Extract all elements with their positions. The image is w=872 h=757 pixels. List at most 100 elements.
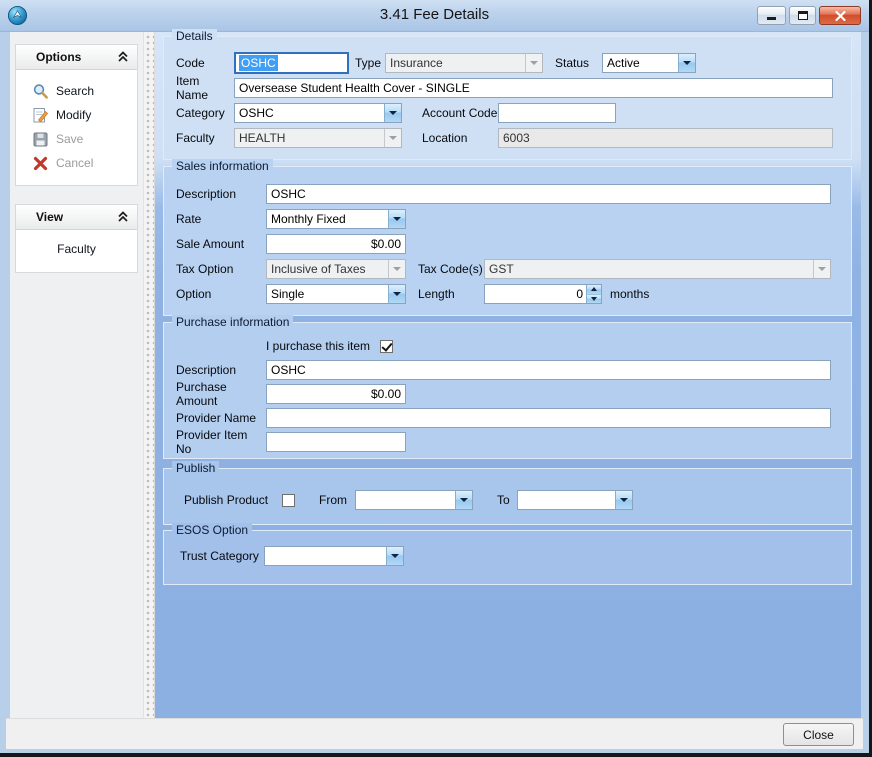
sidebar-item-search[interactable]: Search (16, 79, 137, 103)
status-value: Active (603, 56, 678, 70)
length-label: Length (418, 287, 484, 301)
faculty-value: HEALTH (235, 131, 384, 145)
tax-option-dropdown: Inclusive of Taxes (266, 259, 406, 279)
cancel-icon (32, 155, 49, 172)
sidebar-splitter[interactable] (143, 32, 155, 718)
chevron-down-icon (813, 260, 830, 278)
chevron-down-icon (388, 210, 405, 228)
sales-legend: Sales information (172, 159, 273, 173)
collapse-chevron-icon[interactable] (117, 51, 129, 63)
status-label: Status (555, 56, 602, 70)
item-name-input[interactable] (234, 78, 833, 98)
purchase-amount-input[interactable] (266, 384, 406, 404)
view-panel-header[interactable]: View (16, 205, 137, 230)
chevron-down-icon (525, 54, 542, 72)
i-purchase-label: I purchase this item (266, 339, 370, 353)
trust-category-dropdown[interactable] (264, 546, 404, 566)
view-panel-title: View (36, 210, 63, 224)
sales-description-input[interactable] (266, 184, 831, 204)
chevron-down-icon (615, 491, 632, 509)
details-legend: Details (172, 29, 217, 43)
maximize-icon (798, 11, 808, 20)
to-label: To (497, 493, 517, 507)
sale-amount-input[interactable] (266, 234, 406, 254)
publish-group: Publish Publish Product From To (163, 468, 852, 525)
option-value: Single (267, 287, 388, 301)
publish-product-checkbox[interactable] (282, 494, 295, 507)
options-panel: Options Search (15, 44, 138, 186)
esos-group: ESOS Option Trust Category (163, 530, 852, 585)
status-dropdown[interactable]: Active (602, 53, 696, 73)
publish-legend: Publish (172, 461, 219, 475)
months-suffix-label: months (610, 287, 649, 301)
minimize-icon (767, 17, 776, 20)
length-stepper[interactable]: 0 (484, 284, 602, 304)
purchase-description-input[interactable] (266, 360, 831, 380)
provider-item-no-input[interactable] (266, 432, 406, 452)
sidebar-item-faculty[interactable]: Faculty (16, 236, 137, 264)
tax-option-value: Inclusive of Taxes (267, 262, 388, 276)
search-icon (32, 83, 49, 100)
spin-up-button[interactable] (587, 285, 601, 294)
publish-product-label: Publish Product (184, 493, 282, 507)
spin-down-button[interactable] (587, 294, 601, 304)
options-panel-header[interactable]: Options (16, 45, 137, 70)
fee-details-window: 3.41 Fee Details Options (0, 0, 872, 757)
type-dropdown: Insurance (385, 53, 543, 73)
chevron-down-icon (384, 104, 401, 122)
arrow-down-icon (591, 297, 597, 301)
tax-codes-label: Tax Code(s) (418, 262, 484, 276)
sales-description-label: Description (176, 187, 266, 201)
provider-name-label: Provider Name (176, 411, 266, 425)
purchase-group: Purchase information I purchase this ite… (163, 322, 852, 459)
purchase-legend: Purchase information (172, 315, 293, 329)
option-dropdown[interactable]: Single (266, 284, 406, 304)
rate-label: Rate (176, 212, 266, 226)
tax-codes-dropdown: GST (484, 259, 831, 279)
sales-group: Sales information Description Rate Month… (163, 166, 852, 316)
from-label: From (319, 493, 355, 507)
footer-bar: Close (6, 718, 863, 749)
save-icon (32, 131, 49, 148)
view-panel: View Faculty (15, 204, 138, 273)
purchase-amount-label: Purchase Amount (176, 380, 266, 408)
window-close-button[interactable] (819, 6, 861, 25)
code-input[interactable]: OSHC (234, 52, 349, 74)
chevron-down-icon (678, 54, 695, 72)
type-value: Insurance (386, 56, 525, 70)
purchase-description-label: Description (176, 363, 266, 377)
collapse-chevron-icon[interactable] (117, 211, 129, 223)
chevron-down-icon (386, 547, 403, 565)
item-name-label: Item Name (176, 74, 234, 102)
window-title: 3.41 Fee Details (0, 6, 869, 23)
category-value: OSHC (235, 106, 384, 120)
chevron-down-icon (455, 491, 472, 509)
i-purchase-checkbox[interactable] (380, 340, 393, 353)
location-input (498, 128, 833, 148)
rate-value: Monthly Fixed (267, 212, 388, 226)
option-label: Option (176, 287, 266, 301)
sidebar-item-label: Modify (56, 108, 91, 122)
from-dropdown[interactable] (355, 490, 473, 510)
arrow-up-icon (591, 287, 597, 291)
title-bar: 3.41 Fee Details (0, 0, 869, 32)
faculty-label: Faculty (176, 131, 234, 145)
close-button[interactable]: Close (783, 723, 854, 746)
options-panel-title: Options (36, 50, 81, 64)
category-dropdown[interactable]: OSHC (234, 103, 402, 123)
esos-legend: ESOS Option (172, 523, 252, 537)
provider-item-no-label: Provider Item No (176, 428, 266, 456)
rate-dropdown[interactable]: Monthly Fixed (266, 209, 406, 229)
sidebar-item-modify[interactable]: Modify (16, 103, 137, 127)
tax-codes-value: GST (485, 262, 813, 276)
trust-category-label: Trust Category (180, 549, 264, 563)
provider-name-input[interactable] (266, 408, 831, 428)
close-icon (835, 11, 846, 21)
type-label: Type (355, 56, 385, 70)
faculty-dropdown: HEALTH (234, 128, 402, 148)
maximize-button[interactable] (789, 6, 816, 25)
to-dropdown[interactable] (517, 490, 633, 510)
sale-amount-label: Sale Amount (176, 237, 266, 251)
account-code-input[interactable] (498, 103, 616, 123)
minimize-button[interactable] (757, 6, 786, 25)
